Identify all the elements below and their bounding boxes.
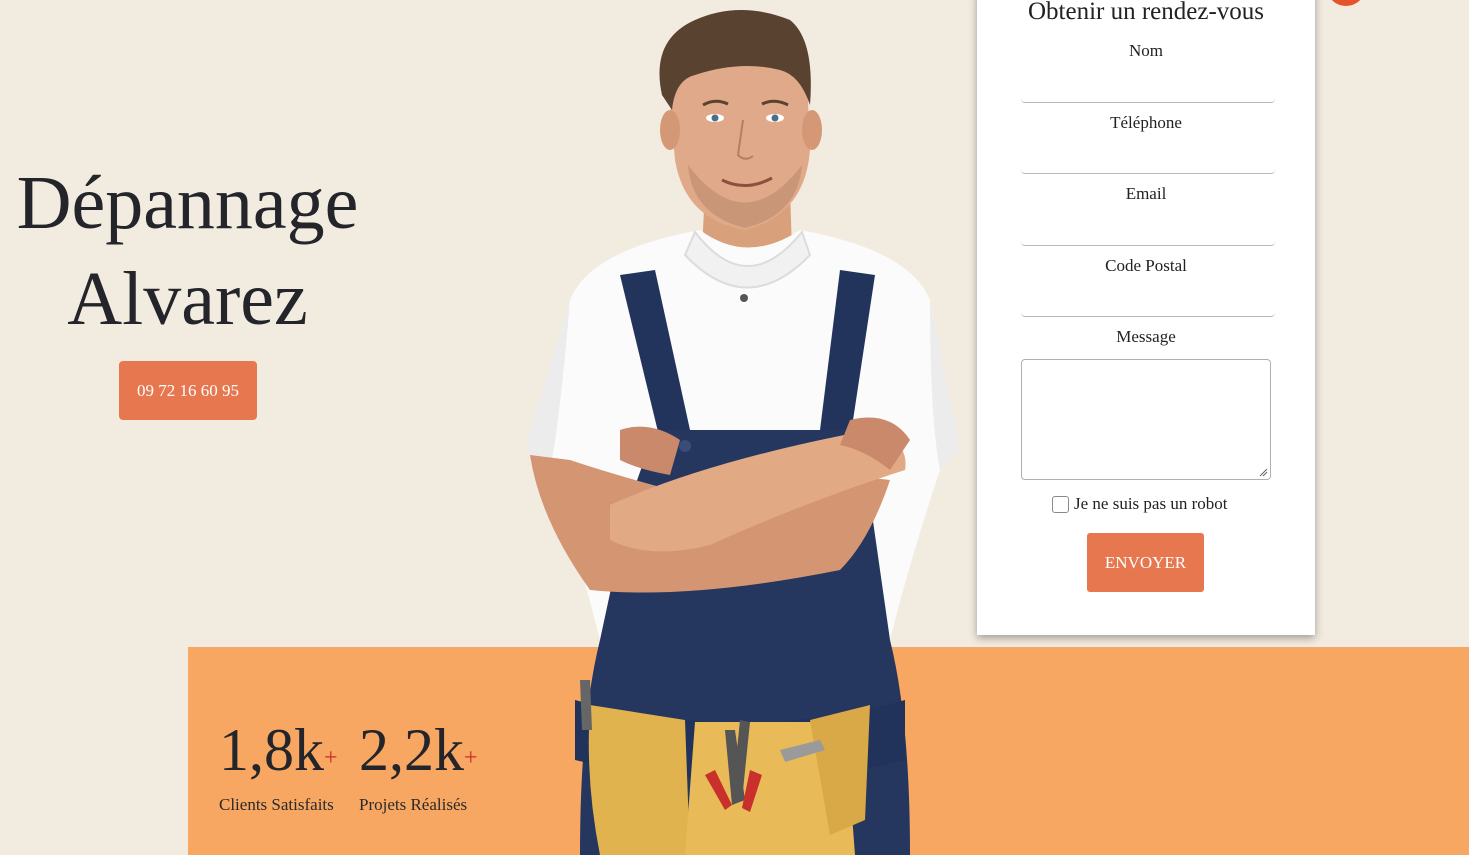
email-label: Email bbox=[1125, 184, 1167, 203]
hero-title-line-2: Alvarez bbox=[67, 257, 308, 341]
stat-number: 2,2k bbox=[359, 717, 464, 783]
name-label: Nom bbox=[1129, 41, 1163, 60]
phone-button[interactable]: 09 72 16 60 95 bbox=[119, 361, 257, 420]
phone-input[interactable] bbox=[1021, 141, 1275, 174]
hero-title: Dépannage Alvarez bbox=[0, 155, 375, 347]
email-input[interactable] bbox=[1021, 213, 1275, 246]
stat-clients: 1,8k+ Clients Satisfaits bbox=[219, 715, 338, 815]
phone-label: Téléphone bbox=[1110, 113, 1182, 132]
robot-checkbox[interactable] bbox=[1052, 495, 1069, 513]
submit-button[interactable]: ENVOYER bbox=[1087, 533, 1204, 592]
appointment-form: Obtenir un rendez-vous Nom Téléphone Ema… bbox=[977, 0, 1315, 635]
stat-number: 1,8k bbox=[219, 717, 324, 783]
postal-code-label: Code Postal bbox=[1105, 256, 1187, 275]
resize-grip-icon[interactable] bbox=[1259, 468, 1268, 477]
stat-plus: + bbox=[324, 745, 338, 771]
stat-label: Clients Satisfaits bbox=[219, 795, 334, 814]
landing-page: Dépannage Alvarez 09 72 16 60 95 1,8k+ C… bbox=[0, 0, 1469, 855]
postal-code-input[interactable] bbox=[1021, 284, 1275, 317]
name-input[interactable] bbox=[1021, 70, 1275, 103]
stat-label: Projets Réalisés bbox=[359, 795, 468, 814]
stat-value: 1,8k+ bbox=[219, 715, 338, 785]
robot-label: Je ne suis pas un robot bbox=[1074, 494, 1228, 513]
form-title: Obtenir un rendez-vous bbox=[1027, 0, 1265, 25]
hero-title-line-1: Dépannage bbox=[16, 161, 359, 245]
floating-corner-button[interactable] bbox=[1326, 0, 1366, 6]
robot-check-row[interactable]: Je ne suis pas un robot bbox=[1052, 493, 1227, 515]
stat-projects: 2,2k+ Projets Réalisés bbox=[359, 715, 478, 815]
stat-value: 2,2k+ bbox=[359, 715, 478, 785]
stat-plus: + bbox=[464, 745, 478, 771]
message-textarea[interactable] bbox=[1021, 359, 1271, 480]
worker-photo bbox=[525, 10, 960, 855]
message-label: Message bbox=[1116, 327, 1176, 346]
